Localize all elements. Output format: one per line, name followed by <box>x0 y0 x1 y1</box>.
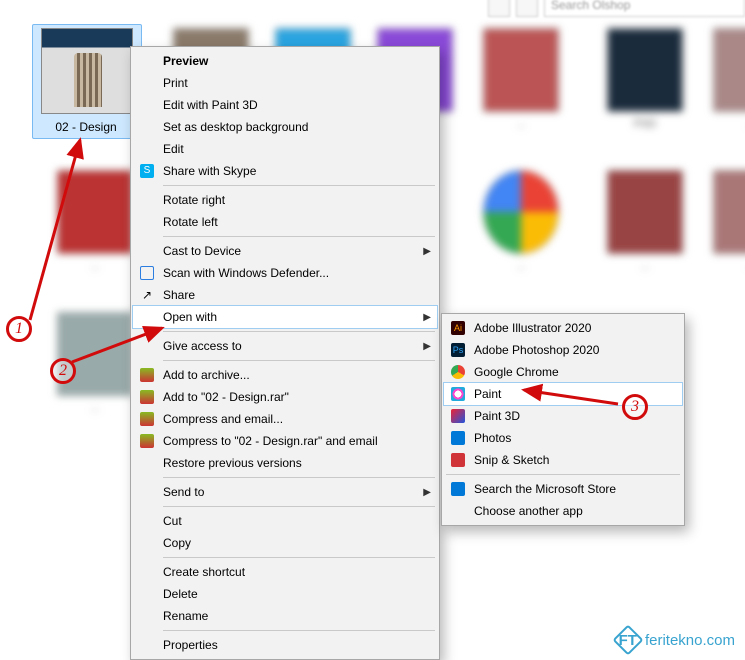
chrome-icon <box>448 364 468 380</box>
menu-add-to-rar[interactable]: Add to "02 - Design.rar" <box>133 386 437 408</box>
menu-separator <box>163 185 435 186</box>
winrar-icon <box>137 433 157 449</box>
defender-icon <box>137 265 157 281</box>
menu-cast-to-device[interactable]: Cast to Device▶ <box>133 240 437 262</box>
menu-restore-versions[interactable]: Restore previous versions <box>133 452 437 474</box>
openwith-snip[interactable]: Snip & Sketch <box>444 449 682 471</box>
share-icon: ↗ <box>137 287 157 303</box>
annotation-arrow-2 <box>72 322 182 372</box>
menu-separator <box>163 331 435 332</box>
menu-compress-rar-email[interactable]: Compress to "02 - Design.rar" and email <box>133 430 437 452</box>
menu-delete[interactable]: Delete <box>133 583 437 605</box>
openwith-photoshop[interactable]: PsAdobe Photoshop 2020 <box>444 339 682 361</box>
menu-share[interactable]: ↗Share <box>133 284 437 306</box>
menu-preview[interactable]: Preview <box>133 50 437 72</box>
menu-set-background[interactable]: Set as desktop background <box>133 116 437 138</box>
watermark-logo-icon: FT <box>612 624 643 655</box>
nav-button[interactable] <box>488 0 510 17</box>
winrar-icon <box>137 411 157 427</box>
menu-separator <box>163 477 435 478</box>
menu-compress-email[interactable]: Compress and email... <box>133 408 437 430</box>
file-thumbnail-image <box>41 28 133 114</box>
watermark: FT feritekno.com <box>617 629 735 651</box>
menu-windows-defender[interactable]: Scan with Windows Defender... <box>133 262 437 284</box>
menu-separator <box>163 360 435 361</box>
menu-share-skype[interactable]: SShare with Skype <box>133 160 437 182</box>
file-thumb[interactable]: ... <box>476 28 566 130</box>
annotation-arrow-3 <box>518 386 628 416</box>
menu-create-shortcut[interactable]: Create shortcut <box>133 561 437 583</box>
illustrator-icon: Ai <box>448 320 468 336</box>
annotation-arrow-1 <box>20 130 120 330</box>
store-icon <box>448 481 468 497</box>
menu-separator <box>163 630 435 631</box>
menu-edit-paint3d[interactable]: Edit with Paint 3D <box>133 94 437 116</box>
watermark-text: feritekno.com <box>645 632 735 649</box>
toolbar-fragment: Search Olshop <box>488 0 745 18</box>
chevron-right-icon: ▶ <box>419 312 431 323</box>
openwith-illustrator[interactable]: AiAdobe Illustrator 2020 <box>444 317 682 339</box>
open-with-submenu: AiAdobe Illustrator 2020 PsAdobe Photosh… <box>441 313 685 526</box>
file-thumb[interactable]: ... <box>706 170 745 272</box>
menu-separator <box>163 557 435 558</box>
annotation-circle-2: 2 <box>50 358 76 384</box>
snip-icon <box>448 452 468 468</box>
chevron-right-icon: ▶ <box>419 487 431 498</box>
menu-cut[interactable]: Cut <box>133 510 437 532</box>
openwith-photos[interactable]: Photos <box>444 427 682 449</box>
openwith-choose[interactable]: Choose another app <box>444 500 682 522</box>
menu-separator <box>163 506 435 507</box>
chevron-right-icon: ▶ <box>419 246 431 257</box>
search-input[interactable]: Search Olshop <box>544 0 745 17</box>
menu-rotate-left[interactable]: Rotate left <box>133 211 437 233</box>
file-thumb[interactable]: ... <box>706 28 745 130</box>
openwith-store[interactable]: Search the Microsoft Store <box>444 478 682 500</box>
skype-icon: S <box>137 163 157 179</box>
paint3d-icon <box>448 408 468 424</box>
openwith-chrome[interactable]: Google Chrome <box>444 361 682 383</box>
file-thumb[interactable]: PSD <box>600 28 690 130</box>
winrar-icon <box>137 389 157 405</box>
menu-send-to[interactable]: Send to▶ <box>133 481 437 503</box>
menu-copy[interactable]: Copy <box>133 532 437 554</box>
menu-rotate-right[interactable]: Rotate right <box>133 189 437 211</box>
menu-rename[interactable]: Rename <box>133 605 437 627</box>
refresh-button[interactable] <box>516 0 538 17</box>
menu-separator <box>163 236 435 237</box>
annotation-circle-1: 1 <box>6 316 32 342</box>
paint-icon <box>448 386 468 402</box>
photos-icon <box>448 430 468 446</box>
annotation-circle-3: 3 <box>622 394 648 420</box>
file-thumb[interactable]: ... <box>600 170 690 272</box>
menu-separator <box>446 474 680 475</box>
menu-print[interactable]: Print <box>133 72 437 94</box>
file-thumb-selected[interactable]: 02 - Design <box>32 24 142 139</box>
menu-edit[interactable]: Edit <box>133 138 437 160</box>
menu-properties[interactable]: Properties <box>133 634 437 656</box>
chevron-right-icon: ▶ <box>419 341 431 352</box>
file-thumb[interactable]: ... <box>476 170 566 272</box>
photoshop-icon: Ps <box>448 342 468 358</box>
